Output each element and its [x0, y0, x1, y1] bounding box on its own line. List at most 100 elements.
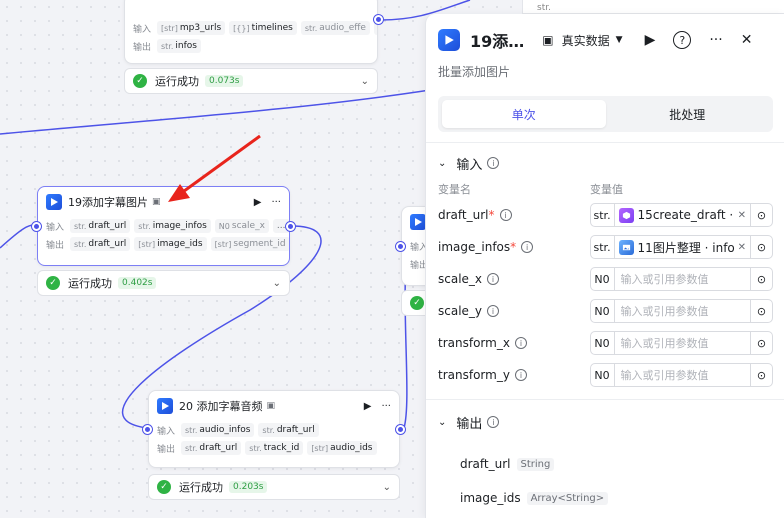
- placeholder-text: 输入或引用参数值: [620, 337, 709, 350]
- param-row-transform-y: transform_y i N0 输入或引用参数值 ⊙: [426, 359, 784, 391]
- node-19-inputs: 输入 str. draft_url str. image_infos N0 scale…: [38, 217, 289, 235]
- database-icon: ▣: [266, 401, 276, 411]
- variable-picker-icon[interactable]: ⊙: [750, 204, 772, 226]
- success-check-icon: ✓: [46, 276, 60, 290]
- panel-description: 批量添加图片: [438, 65, 511, 79]
- input-chip-mp3-urls: [str] mp3_urls: [157, 21, 226, 35]
- info-icon[interactable]: i: [514, 369, 527, 381]
- output-chip-draft-url: str. draft_url: [181, 441, 242, 455]
- info-icon[interactable]: i: [487, 305, 500, 317]
- cube-icon: [618, 207, 634, 223]
- inputs-label: 输入: [46, 222, 65, 233]
- plugin-icon: [438, 29, 460, 51]
- chevron-down-icon[interactable]: ⌄: [361, 76, 369, 87]
- chevron-down-icon[interactable]: ⌄: [273, 278, 281, 289]
- input-port[interactable]: [396, 242, 405, 251]
- info-icon[interactable]: i: [521, 241, 534, 253]
- mode-tabs: 单次 批处理: [438, 96, 773, 132]
- info-icon[interactable]: i: [499, 209, 512, 221]
- panel-title[interactable]: 19添…: [470, 28, 524, 52]
- database-icon: ▣: [542, 33, 554, 47]
- placeholder-text: 输入或引用参数值: [620, 305, 709, 318]
- variable-picker-icon[interactable]: ⊙: [750, 332, 772, 354]
- clear-icon[interactable]: ✕: [738, 210, 746, 221]
- param-name: draft_url * i: [438, 208, 590, 222]
- chevron-down-icon[interactable]: ⌄: [438, 417, 446, 428]
- more-icon[interactable]: ···: [709, 32, 722, 48]
- param-value-input[interactable]: N0 输入或引用参数值 ⊙: [589, 267, 773, 291]
- param-value-input[interactable]: str. 11图片整理 · infos ✕ ⊙: [589, 235, 773, 259]
- node-19-status[interactable]: ✓ 运行成功 0.402s ⌄: [37, 270, 290, 296]
- param-name: transform_x i: [438, 336, 590, 350]
- tab-batch[interactable]: 批处理: [606, 100, 770, 128]
- node-20-status[interactable]: ✓ 运行成功 0.203s ⌄: [148, 474, 400, 500]
- output-chip-infos: str. infos: [157, 39, 201, 53]
- col-value-header: 变量值: [590, 183, 623, 196]
- play-icon[interactable]: ▶: [645, 32, 656, 48]
- input-section-header[interactable]: ⌄ 输入 i: [426, 147, 784, 179]
- more-icon[interactable]: ···: [271, 197, 281, 208]
- node-20[interactable]: 20 添加字幕音频 ▣ ▶ ··· 输入 str. audio_infos str…: [143, 390, 405, 468]
- info-icon[interactable]: i: [487, 416, 500, 428]
- param-value-input[interactable]: N0 输入或引用参数值 ⊙: [589, 299, 773, 323]
- run-time-badge: 0.203s: [229, 481, 268, 493]
- info-icon[interactable]: i: [514, 337, 527, 349]
- plugin-icon: [410, 214, 426, 230]
- divider: [426, 142, 784, 143]
- caret-down-icon[interactable]: ▼: [616, 35, 623, 45]
- param-row-draft-url: draft_url * i str. 15create_draft · d ✕ ⊙: [426, 199, 784, 231]
- variable-picker-icon[interactable]: ⊙: [750, 364, 772, 386]
- col-name-header: 变量名: [438, 183, 471, 196]
- play-icon[interactable]: ▶: [364, 401, 372, 412]
- variable-picker-icon[interactable]: ⊙: [750, 268, 772, 290]
- chevron-down-icon[interactable]: ⌄: [438, 158, 446, 169]
- param-name: transform_y i: [438, 368, 590, 382]
- reference-chip[interactable]: 11图片整理 · infos ✕: [615, 239, 750, 256]
- param-row-scale-y: scale_y i N0 输入或引用参数值 ⊙: [426, 295, 784, 327]
- node-top-status[interactable]: ✓ 运行成功 0.073s ⌄: [124, 68, 378, 94]
- output-port[interactable]: [374, 15, 383, 24]
- variable-picker-icon[interactable]: ⊙: [750, 236, 772, 258]
- input-port[interactable]: [143, 425, 152, 434]
- section-title: 输出: [456, 416, 483, 432]
- output-port[interactable]: [286, 222, 295, 231]
- run-time-badge: 0.073s: [205, 75, 244, 87]
- node-20-outputs: 输出 str. draft_url str. track_id [str] audio…: [149, 439, 399, 457]
- input-chip-audio-effect: str. audio_effe: [300, 21, 370, 35]
- type-badge: N0: [591, 332, 615, 354]
- type-badge: N0: [591, 364, 615, 386]
- reference-chip[interactable]: 15create_draft · d ✕: [615, 207, 750, 223]
- inputs-label: 输入: [133, 24, 152, 35]
- outputs-label: 输出: [157, 444, 176, 455]
- info-icon[interactable]: i: [487, 157, 500, 169]
- param-value-input[interactable]: N0 输入或引用参数值 ⊙: [589, 331, 773, 355]
- param-value-input[interactable]: N0 输入或引用参数值 ⊙: [589, 363, 773, 387]
- output-chip-audio-ids: [str] audio_ids: [307, 441, 377, 455]
- param-name: scale_y i: [438, 304, 590, 318]
- clear-icon[interactable]: ✕: [738, 242, 746, 253]
- run-time-badge: 0.402s: [118, 277, 157, 289]
- output-chip-draft-url: str. draft_url: [70, 237, 131, 251]
- node-title: 20 添加字幕音频: [179, 400, 263, 413]
- output-chip-segment-id: [str] segment_id: [210, 237, 289, 251]
- output-name: image_ids: [460, 491, 521, 505]
- node-19-outputs: 输出 str. draft_url [str] image_ids [str] seg…: [38, 235, 289, 253]
- help-icon[interactable]: ?: [673, 31, 692, 49]
- param-name: scale_x i: [438, 272, 590, 286]
- type-badge: str.: [591, 204, 615, 226]
- variable-picker-icon[interactable]: ⊙: [750, 300, 772, 322]
- more-icon[interactable]: ···: [381, 401, 391, 412]
- input-chip-scale-x: N0 scale_x: [214, 219, 269, 233]
- input-port[interactable]: [32, 222, 41, 231]
- chevron-down-icon[interactable]: ⌄: [383, 482, 391, 493]
- node-top[interactable]: 输入 [str] mp3_urls [{}] timelines str. audio…: [124, 0, 383, 64]
- param-row-scale-x: scale_x i N0 输入或引用参数值 ⊙: [426, 263, 784, 295]
- info-icon[interactable]: i: [487, 273, 500, 285]
- panel-header: 19添… ▣ 真实数据 ▼ ▶ ? ··· ✕: [426, 20, 784, 60]
- param-value-input[interactable]: str. 15create_draft · d ✕ ⊙: [589, 203, 773, 227]
- output-section-header[interactable]: ⌄ 输出 i: [426, 406, 784, 438]
- close-icon[interactable]: ✕: [741, 32, 753, 48]
- data-mode-select[interactable]: 真实数据: [562, 32, 610, 49]
- tab-single[interactable]: 单次: [442, 100, 606, 128]
- output-port[interactable]: [396, 425, 405, 434]
